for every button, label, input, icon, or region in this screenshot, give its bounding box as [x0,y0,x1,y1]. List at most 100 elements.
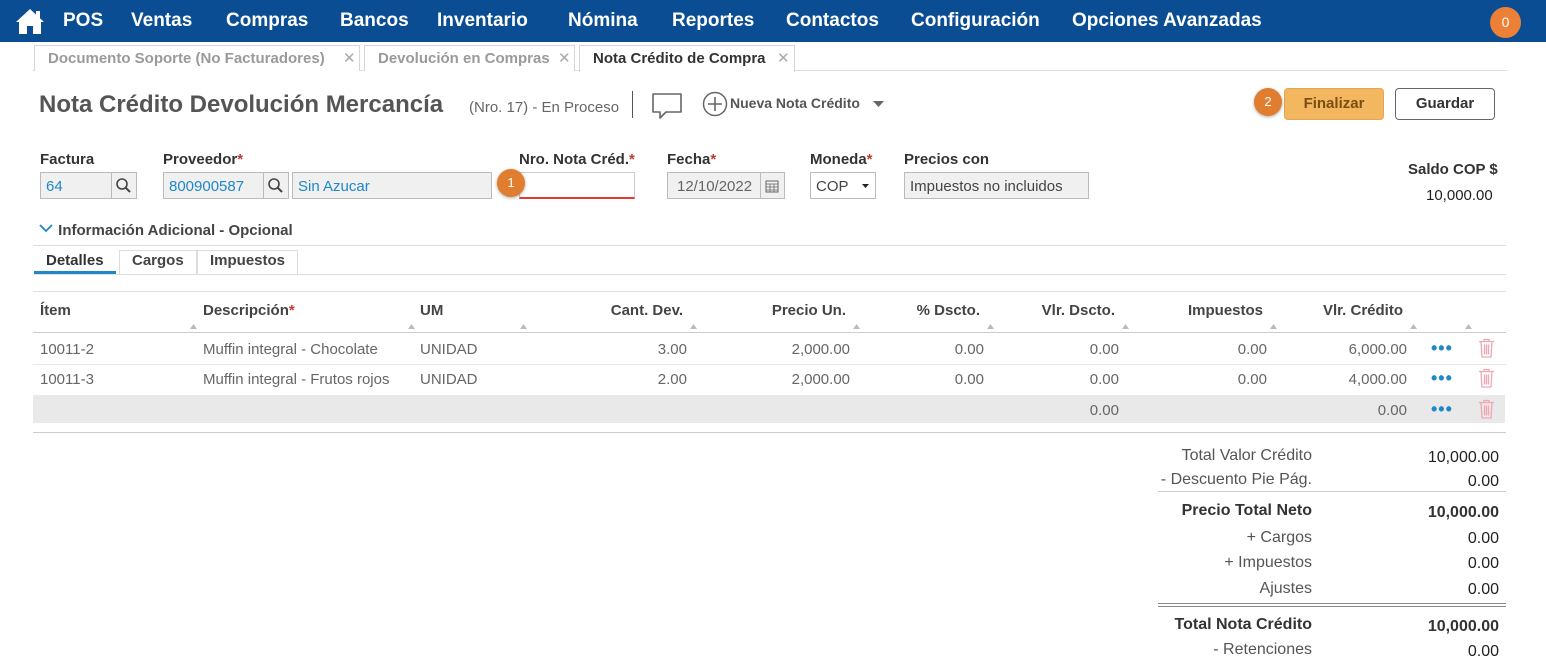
chevron-down-icon[interactable] [873,101,884,108]
finalize-button[interactable]: Finalizar [1284,88,1384,120]
nav-inventario[interactable]: Inventario [437,10,528,32]
sort-icon[interactable] [987,324,994,329]
precios-label: Precios con [904,151,990,168]
tab-documento-soporte[interactable]: Documento Soporte (No Facturadores) ✕ [34,45,360,71]
col-impuestos[interactable]: Impuestos [1140,302,1263,319]
proveedor-label: Proveedor* [163,151,244,168]
row1-precio[interactable]: 2,000.00 [720,341,850,358]
proveedor-name-field[interactable]: Sin Azucar [292,172,492,199]
nav-bancos[interactable]: Bancos [340,10,409,32]
newrow-more-button[interactable]: ••• [1431,399,1453,420]
additional-info-toggle[interactable]: Información Adicional - Opcional [38,222,293,239]
plus-circle-icon[interactable] [702,91,728,117]
row1-item-link[interactable]: 10011-2 [40,341,94,358]
row1-description-link[interactable]: Muffin integral - Chocolate [203,341,378,358]
row1-cant[interactable]: 3.00 [560,341,687,358]
step-badge-finalize: 2 [1254,88,1282,116]
col-cant-dev[interactable]: Cant. Dev. [560,302,683,319]
ajustes-value[interactable]: 0.00 [1349,581,1499,599]
row2-precio[interactable]: 2,000.00 [720,371,850,388]
page-title: Nota Crédito Devolución Mercancía [39,91,444,118]
nav-pos[interactable]: POS [63,10,103,32]
nav-compras[interactable]: Compras [226,10,308,32]
sort-icon[interactable] [1410,324,1417,329]
row2-more-button[interactable]: ••• [1431,368,1453,389]
row1-vlr-credito: 6,000.00 [1348,341,1407,358]
close-icon[interactable]: ✕ [777,49,790,67]
nro-nota-credito-input[interactable] [519,172,635,199]
row2-item-link[interactable]: 10011-3 [40,371,94,388]
close-icon[interactable]: ✕ [558,49,571,67]
calendar-icon [765,180,779,193]
factura-field[interactable]: 64 [40,172,112,199]
sort-icon[interactable] [408,324,415,329]
col-um[interactable]: UM [420,302,443,319]
document-status: (Nro. 17) - En Proceso [469,99,620,116]
descuento-pie-label: - Descuento Pie Pág. [1160,471,1312,488]
table-bottom-border [33,432,1506,433]
row2-pct-dscto[interactable]: 0.00 [880,371,984,388]
sort-icon[interactable] [520,324,527,329]
totalrow-vlr-credito: 0.00 [1377,402,1407,419]
col-item[interactable]: Ítem [40,302,71,319]
row1-impuestos: 0.00 [1237,341,1267,358]
sort-icon[interactable] [1465,324,1472,329]
factura-search-button[interactable] [112,172,137,199]
total-valor-credito-value: 10,000.00 [1427,449,1499,466]
tab-impuestos[interactable]: Impuestos [197,250,299,274]
sort-icon[interactable] [853,324,860,329]
divider [33,274,1506,275]
tab-devolucion-compras[interactable]: Devolución en Compras ✕ [364,45,575,71]
precios-field[interactable]: Impuestos no incluidos [904,172,1089,199]
row1-more-button[interactable]: ••• [1431,338,1453,359]
notification-badge[interactable]: 0 [1490,7,1521,38]
col-pct-dscto[interactable]: % Dscto. [880,302,980,319]
moneda-dropdown-button[interactable] [857,172,876,199]
fecha-label: Fecha* [667,151,717,168]
proveedor-nit-field[interactable]: 800900587 [163,172,264,199]
sort-icon[interactable] [1122,324,1129,329]
close-icon[interactable]: ✕ [343,49,356,67]
sort-icon[interactable] [690,324,697,329]
nav-contactos[interactable]: Contactos [786,10,879,32]
tab-detalles[interactable]: Detalles [34,250,116,274]
tab-label: Documento Soporte (No Facturadores) [48,50,325,67]
calendar-button[interactable] [761,172,785,199]
saldo-label: Saldo COP $ [1408,161,1498,178]
trash-icon[interactable] [1478,399,1495,419]
nav-ventas[interactable]: Ventas [131,10,192,32]
fecha-field[interactable]: 12/10/2022 [667,172,761,199]
new-credit-note-button[interactable]: Nueva Nota Crédito [730,95,860,111]
comment-icon[interactable] [651,92,683,120]
row1-pct-dscto[interactable]: 0.00 [880,341,984,358]
nav-nomina[interactable]: Nómina [568,10,638,32]
row2-description-link[interactable]: Muffin integral - Frutos rojos [203,371,389,388]
trash-icon[interactable] [1478,368,1495,388]
row2-cant[interactable]: 2.00 [560,371,687,388]
cargos-value: 0.00 [1467,530,1499,547]
descuento-pie-value[interactable]: 0.00 [1349,473,1499,491]
sort-icon[interactable] [190,324,197,329]
col-vlr-credito[interactable]: Vlr. Crédito [1280,302,1403,319]
trash-icon[interactable] [1478,338,1495,358]
total-valor-credito-label: Total Valor Crédito [1181,447,1312,464]
row2-um: UNIDAD [420,371,478,388]
tab-nota-credito-compra[interactable]: Nota Crédito de Compra ✕ [579,45,795,72]
col-descripcion[interactable]: Descripción* [203,302,295,319]
row-divider [33,364,1506,365]
top-nav: POS Ventas Compras Bancos Inventario Nóm… [0,0,1546,42]
nav-configuracion[interactable]: Configuración [911,10,1040,32]
nav-opciones-avanzadas[interactable]: Opciones Avanzadas [1072,10,1262,32]
nav-reportes[interactable]: Reportes [672,10,754,32]
moneda-label: Moneda* [810,151,873,168]
home-icon[interactable] [15,7,45,35]
sort-icon[interactable] [1270,324,1277,329]
cargos-label: + Cargos [1246,529,1312,546]
factura-label: Factura [40,151,95,168]
moneda-select[interactable]: COP [810,172,858,199]
col-precio-un[interactable]: Precio Un. [720,302,846,319]
col-vlr-dscto[interactable]: Vlr. Dscto. [1000,302,1115,319]
save-button[interactable]: Guardar [1395,88,1495,120]
proveedor-search-button[interactable] [264,172,289,199]
tab-cargos[interactable]: Cargos [119,250,197,274]
